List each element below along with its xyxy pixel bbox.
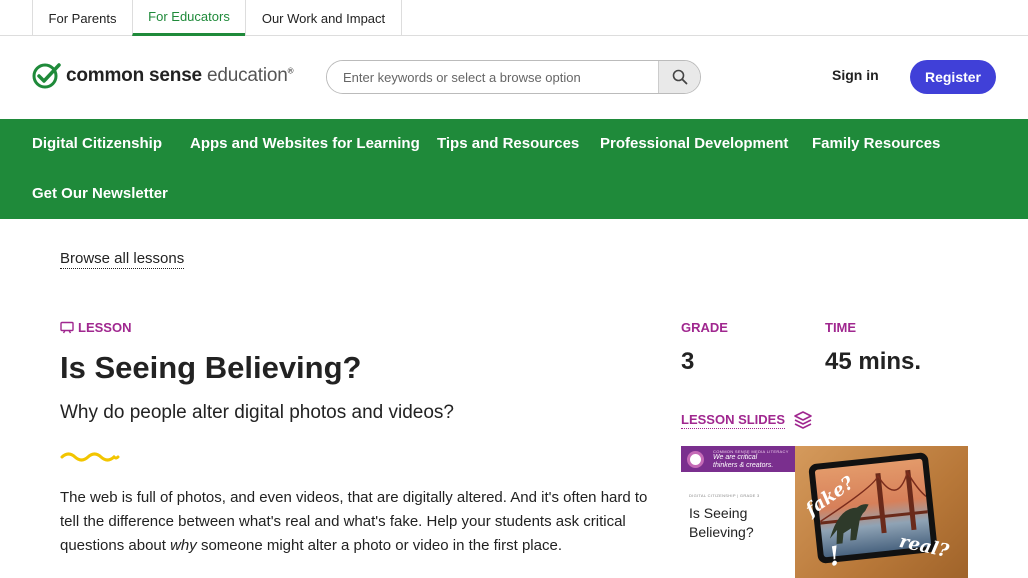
thumbnail-header: COMMON SENSE MEDIA LITERACY We are criti… bbox=[681, 446, 795, 472]
thumbnail-header-text: We are critical thinkers & creators. bbox=[713, 454, 773, 470]
nav-item-professional-development[interactable]: Professional Development bbox=[600, 135, 788, 152]
lesson-tag: LESSON bbox=[60, 320, 131, 335]
logo-text: common sense education® bbox=[66, 65, 294, 87]
search-icon bbox=[672, 69, 687, 85]
nav-item-apps-and-websites[interactable]: Apps and Websites for Learning bbox=[190, 135, 420, 152]
browse-all-lessons-link[interactable]: Browse all lessons bbox=[60, 250, 185, 269]
checkmark-logo-icon bbox=[32, 63, 61, 89]
grade-label: GRADE bbox=[681, 320, 728, 335]
lesson-slides-link[interactable]: LESSON SLIDES bbox=[681, 410, 813, 430]
squiggle-divider bbox=[60, 452, 120, 462]
description-emphasis: why bbox=[170, 537, 197, 554]
thumbnail-title: Is Seeing Believing? bbox=[689, 505, 754, 540]
search-input[interactable] bbox=[327, 61, 658, 93]
grade-value: 3 bbox=[681, 348, 695, 375]
main-nav: Digital Citizenship Apps and Websites fo… bbox=[0, 119, 1028, 219]
thumbnail-header-line2: thinkers & creators. bbox=[713, 462, 774, 469]
thumbnail-header-line1: We are critical bbox=[713, 454, 758, 461]
thumbnail-category: DIGITAL CITIZENSHIP | GRADE 3 bbox=[689, 493, 760, 498]
logo-brand: common sense bbox=[66, 65, 202, 86]
time-value: 45 mins. bbox=[825, 348, 922, 375]
seal-icon bbox=[687, 451, 704, 468]
page-title: Is Seeing Believing? bbox=[60, 350, 362, 385]
logo-suffix: education bbox=[207, 65, 288, 86]
tab-our-work-and-impact[interactable]: Our Work and Impact bbox=[245, 0, 402, 36]
lesson-tag-label: LESSON bbox=[78, 320, 132, 335]
register-button[interactable]: Register bbox=[910, 60, 996, 94]
lesson-slides-label: LESSON SLIDES bbox=[681, 411, 786, 429]
audience-tabs: For Parents For Educators Our Work and I… bbox=[0, 0, 1028, 36]
thumbnail-title-panel: COMMON SENSE MEDIA LITERACY We are criti… bbox=[681, 446, 795, 578]
tab-for-educators[interactable]: For Educators bbox=[132, 0, 245, 36]
lesson-slides-thumbnail[interactable]: COMMON SENSE MEDIA LITERACY We are criti… bbox=[681, 446, 968, 578]
presentation-icon bbox=[60, 321, 74, 334]
nav-item-family-resources[interactable]: Family Resources bbox=[812, 135, 940, 152]
logo[interactable]: common sense education® bbox=[32, 62, 294, 90]
sign-in-link[interactable]: Sign in bbox=[832, 67, 879, 83]
real-scribble: real? bbox=[897, 531, 951, 562]
nav-item-tips-and-resources[interactable]: Tips and Resources bbox=[437, 135, 579, 152]
time-label: TIME bbox=[825, 320, 857, 335]
nav-item-digital-citizenship[interactable]: Digital Citizenship bbox=[32, 135, 162, 152]
description-text-2: someone might alter a photo or video in … bbox=[196, 537, 562, 554]
layers-icon bbox=[794, 411, 812, 429]
search-bar bbox=[326, 60, 701, 94]
registered-mark: ® bbox=[287, 66, 294, 76]
tab-for-parents[interactable]: For Parents bbox=[32, 0, 132, 36]
page-subtitle: Why do people alter digital photos and v… bbox=[60, 402, 454, 423]
search-button[interactable] bbox=[658, 61, 700, 93]
nav-item-newsletter[interactable]: Get Our Newsletter bbox=[32, 185, 168, 202]
lesson-description: The web is full of photos, and even vide… bbox=[60, 486, 660, 558]
thumbnail-photo: fake? real? ! bbox=[795, 446, 968, 578]
